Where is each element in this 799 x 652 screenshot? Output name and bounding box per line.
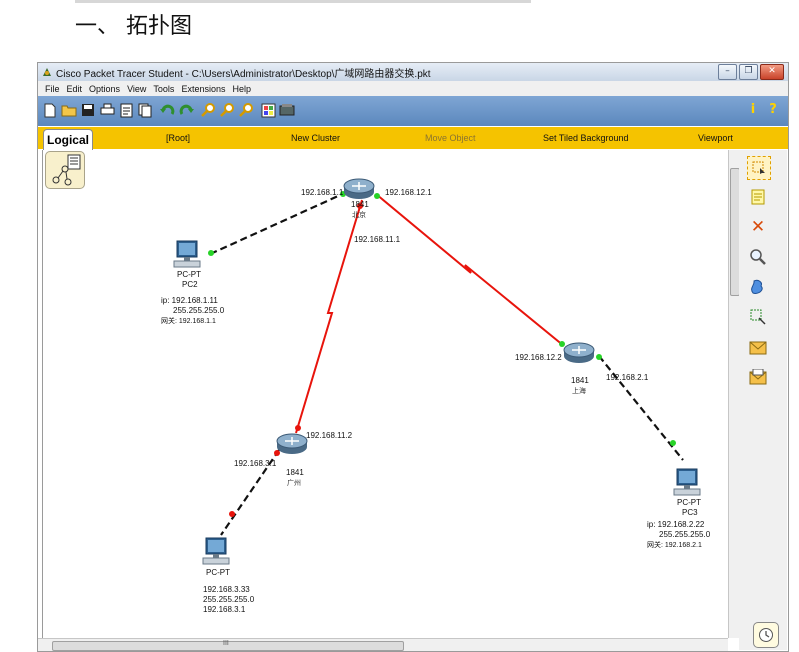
inspect-tool-icon[interactable] [747,246,769,268]
zoom-out-icon[interactable] [238,101,254,119]
tab-logical[interactable]: Logical [43,129,93,152]
pc-guangzhou-ip-label: 192.168.3.33 [203,585,250,594]
main-toolbar: i ? [38,96,788,126]
port-guangzhou-s0 [295,425,301,431]
common-tools-bar: ✕ [739,150,787,650]
info-icon[interactable]: i [746,102,760,118]
help-icons: i ? [746,102,780,118]
menu-edit[interactable]: Edit [67,84,83,94]
pc3-icon[interactable] [671,468,701,498]
beijing-if-left-label: 192.168.1.1 [301,188,344,197]
viewport-button[interactable]: Viewport [698,133,733,143]
root-button[interactable]: [Root] [166,133,190,143]
move-object-button[interactable]: Move Object [425,133,476,143]
link-beijing-shanghai [375,193,565,347]
horizontal-scrollbar[interactable]: III [38,638,728,651]
shanghai-if-left-label: 192.168.12.2 [515,353,562,362]
workspace-bar: [Root] New Cluster Move Object Set Tiled… [38,127,788,149]
delete-tool-icon[interactable]: ✕ [747,216,769,238]
menu-view[interactable]: View [127,84,146,94]
beijing-model-label: 1841 [351,200,369,209]
beijing-if-right-label: 192.168.12.1 [385,188,432,197]
close-button[interactable]: ✕ [760,64,784,80]
port-pc3-fa0 [670,440,676,446]
title-bar: Cisco Packet Tracer Student - C:\Users\A… [38,63,788,81]
section-heading: 一、 拓扑图 [75,14,192,39]
maximize-button[interactable]: ❐ [739,64,758,80]
shanghai-if-right-label: 192.168.2.1 [606,373,649,382]
pc3-name-label: PC3 [682,508,698,517]
beijing-if-down-label: 192.168.11.1 [354,235,401,244]
window-title: Cisco Packet Tracer Student - C:\Users\A… [56,68,431,80]
scroll-grip: III [223,640,229,647]
shanghai-model-label: 1841 [571,376,589,385]
page-top-rule [75,0,531,3]
link-beijing-pc2 [207,190,348,257]
topology-links [207,190,684,536]
pc2-mask-label: 255.255.255.0 [173,306,225,315]
pc2-gateway-label: 网关: 192.168.1.1 [161,318,216,325]
logical-workspace[interactable]: 192.168.1.1 192.168.12.1 1841 北京 192.168… [42,150,733,638]
draw-shape-icon[interactable] [747,276,769,298]
realtime-clock-icon[interactable] [753,622,779,648]
pc2-icon[interactable] [171,240,201,270]
menu-extensions[interactable]: Extensions [181,84,225,94]
pc2-name-label: PC2 [182,280,198,289]
window-controls: – ❐ ✕ [718,64,784,80]
note-tool-icon[interactable] [747,186,769,208]
redo-icon[interactable] [178,101,194,119]
new-cluster-button[interactable]: New Cluster [291,133,340,143]
menu-options[interactable]: Options [89,84,120,94]
help-icon[interactable]: ? [766,102,780,118]
menu-bar: File Edit Options View Tools Extensions … [38,81,788,96]
pc-guangzhou-icon[interactable] [200,537,230,567]
zoom-in-icon[interactable] [200,101,216,119]
link-beijing-guangzhou [295,199,363,434]
undo-icon[interactable] [159,101,175,119]
port-pc2-fa0 [208,250,214,256]
print-icon[interactable] [99,101,115,119]
palette-icon[interactable] [260,101,276,119]
guangzhou-name-label: 广州 [287,479,301,487]
guangzhou-if-up-label: 192.168.11.2 [306,431,353,440]
set-tiled-background-button[interactable]: Set Tiled Background [543,133,629,143]
pc3-ip-label: ip: 192.168.2.22 [647,520,705,529]
port-shanghai-fa0 [596,354,602,360]
custom-device-icon[interactable] [279,101,295,119]
router-beijing-icon[interactable] [343,178,375,200]
packet-tracer-icon [43,68,51,76]
minimize-button[interactable]: – [718,64,737,80]
activity-wizard-icon[interactable] [118,101,134,119]
router-shanghai-icon[interactable] [563,342,595,364]
pc2-type-label: PC-PT [177,270,201,279]
router-guangzhou-icon[interactable] [276,433,308,455]
add-simple-pdu-icon[interactable] [747,336,769,358]
copy-icon[interactable] [137,101,153,119]
menu-help[interactable]: Help [232,84,251,94]
menu-file[interactable]: File [45,84,60,94]
logical-view-icon[interactable] [45,151,85,189]
guangzhou-model-label: 1841 [286,468,304,477]
pc-guangzhou-gateway-label: 192.168.3.1 [203,605,246,614]
save-icon[interactable] [80,101,96,119]
port-pc-fa0 [229,511,235,517]
packet-tracer-window: Cisco Packet Tracer Student - C:\Users\A… [37,62,789,652]
resize-shape-icon[interactable] [747,306,769,328]
menu-tools[interactable]: Tools [153,84,174,94]
zoom-reset-icon[interactable] [219,101,235,119]
pc3-mask-label: 255.255.255.0 [659,530,711,539]
pc2-ip-label: ip: 192.168.1.11 [161,296,218,305]
select-tool-icon[interactable] [747,156,771,180]
beijing-name-label: 北京 [352,211,366,219]
open-folder-icon[interactable] [61,101,77,119]
guangzhou-if-left-label: 192.168.3.1 [234,459,277,468]
pc-guangzhou-type-label: PC-PT [206,568,230,577]
shanghai-name-label: 上海 [572,387,586,395]
add-complex-pdu-icon[interactable] [747,366,769,388]
new-file-icon[interactable] [42,101,58,119]
pc-guangzhou-mask-label: 255.255.255.0 [203,595,255,604]
pc3-type-label: PC-PT [677,498,701,507]
pc3-gateway-label: 网关: 192.168.2.1 [647,542,702,549]
